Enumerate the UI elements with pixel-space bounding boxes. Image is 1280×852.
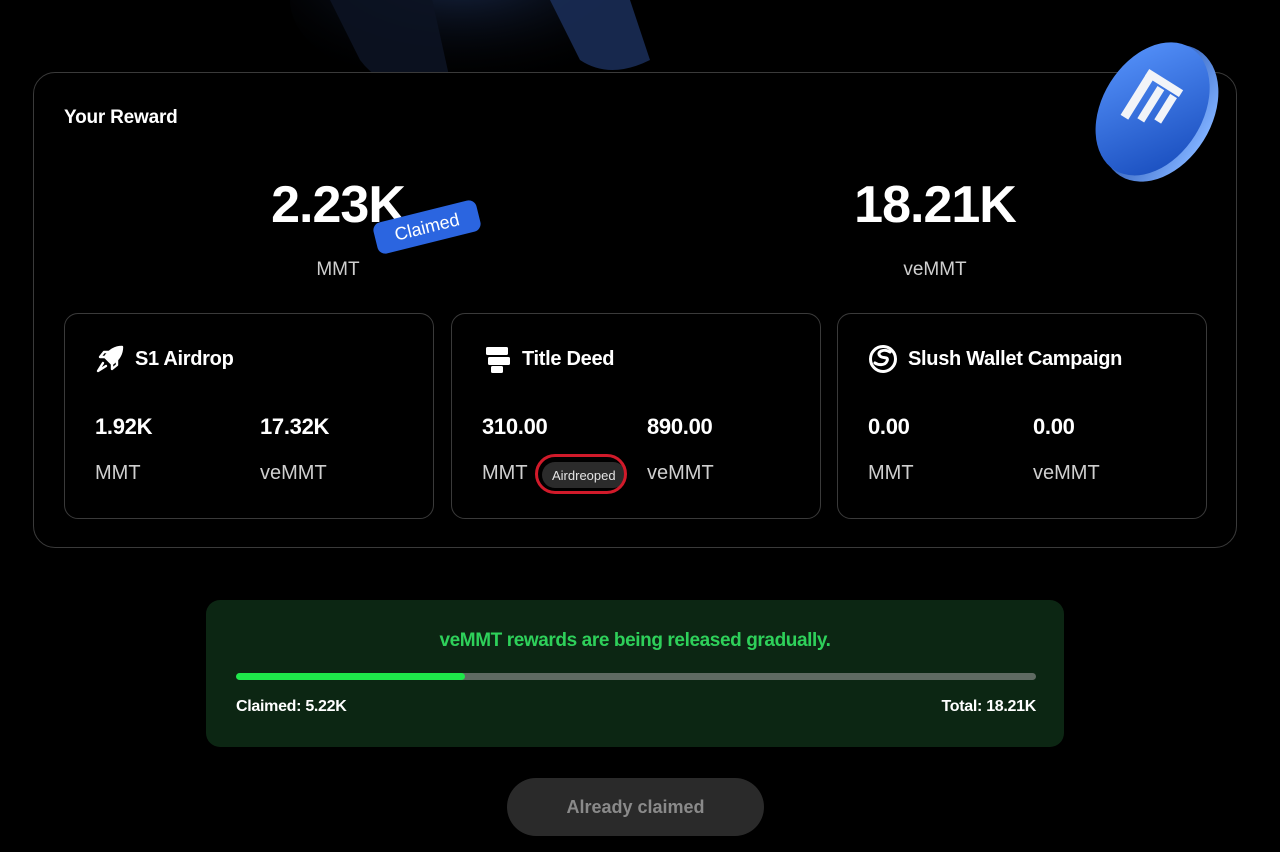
slush-wallet-mmt-unit: MMT bbox=[868, 462, 914, 484]
annotation-highlight-circle bbox=[535, 454, 627, 494]
total-vemmt-value: 18.21K bbox=[854, 176, 1017, 234]
total-vemmt-unit: veMMT bbox=[903, 259, 967, 280]
total-mmt-unit: MMT bbox=[316, 259, 360, 280]
token-coin-logo-icon bbox=[1095, 42, 1219, 182]
title-deed-title: Title Deed bbox=[522, 347, 615, 370]
total-amount-label: Total: 18.21K bbox=[941, 698, 1037, 715]
release-message: veMMT rewards are being released gradual… bbox=[439, 630, 831, 651]
s1-airdrop-card: S1 Airdrop 1.92K 17.32K MMT veMMT bbox=[64, 313, 434, 519]
s1-airdrop-title: S1 Airdrop bbox=[135, 347, 234, 370]
progress-bar bbox=[236, 673, 1036, 680]
claimed-amount-label: Claimed: 5.22K bbox=[236, 698, 347, 715]
already-claimed-button[interactable]: Already claimed bbox=[507, 778, 764, 836]
s1-airdrop-vemmt-value: 17.32K bbox=[260, 414, 330, 439]
s1-airdrop-mmt-value: 1.92K bbox=[95, 414, 153, 439]
title-deed-mmt-unit: MMT bbox=[482, 462, 528, 484]
panel-title: Your Reward bbox=[64, 107, 178, 128]
slush-wallet-vemmt-unit: veMMT bbox=[1033, 462, 1100, 484]
progress-bar-fill bbox=[236, 673, 466, 680]
title-deed-mmt-value: 310.00 bbox=[482, 414, 548, 439]
slush-wallet-card: Slush Wallet Campaign 0.00 0.00 MMT veMM… bbox=[837, 313, 1207, 519]
slush-icon bbox=[868, 344, 898, 374]
title-deed-vemmt-value: 890.00 bbox=[647, 414, 713, 439]
title-deed-vemmt-unit: veMMT bbox=[647, 462, 714, 484]
slush-wallet-mmt-value: 0.00 bbox=[868, 414, 910, 439]
total-vemmt-stat: 18.21K veMMT bbox=[775, 175, 1095, 281]
title-deed-card: Title Deed 310.00 890.00 MMT Airdreoped … bbox=[451, 313, 821, 519]
rocket-icon bbox=[95, 344, 125, 374]
signpost-icon bbox=[482, 344, 512, 374]
slush-wallet-vemmt-value: 0.00 bbox=[1033, 414, 1075, 439]
slush-wallet-title: Slush Wallet Campaign bbox=[908, 347, 1123, 370]
s1-airdrop-mmt-unit: MMT bbox=[95, 462, 141, 484]
s1-airdrop-vemmt-unit: veMMT bbox=[260, 462, 327, 484]
reward-panel: Your Reward 2.23K MMT Claimed 18.21K veM… bbox=[33, 42, 1237, 548]
release-progress-panel: veMMT rewards are being released gradual… bbox=[206, 600, 1064, 747]
